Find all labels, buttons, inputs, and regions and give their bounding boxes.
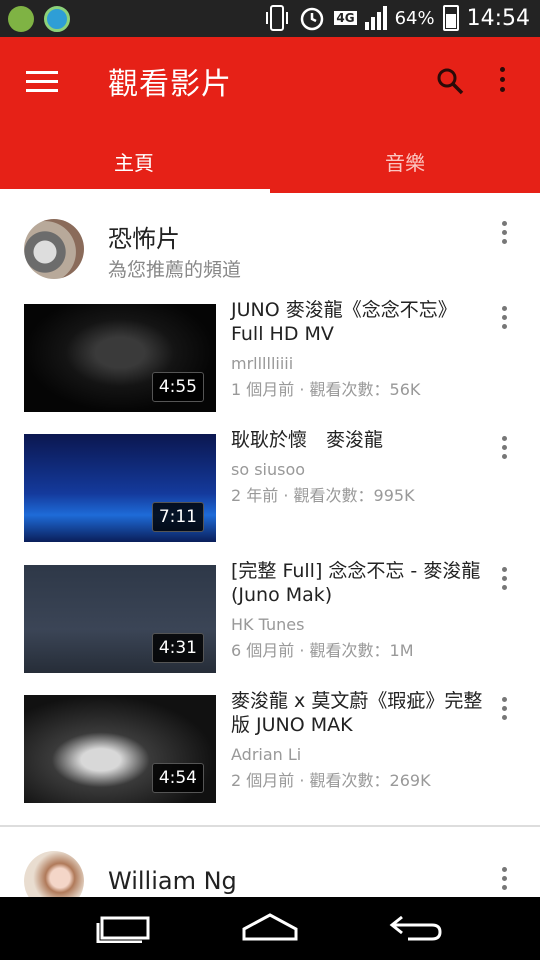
video-thumbnail[interactable]: 4:31 <box>24 565 216 673</box>
video-thumbnail[interactable]: 7:11 <box>24 434 216 542</box>
section-title: William Ng <box>108 867 237 895</box>
video-title[interactable]: JUNO 麥浚龍《念念不忘》Full HD MV <box>231 298 483 346</box>
tab-home[interactable]: 主頁 <box>114 147 154 176</box>
video-duration: 4:55 <box>151 372 204 402</box>
battery-percent: 64% <box>394 7 435 29</box>
section-more-icon[interactable] <box>494 865 514 895</box>
video-title[interactable]: 麥浚龍 x 莫文蔚《瑕疵》完整版 JUNO MAK <box>231 689 483 737</box>
search-icon[interactable] <box>436 67 464 95</box>
video-meta: 2 個月前 · 觀看次數：269K <box>231 771 431 790</box>
home-icon[interactable] <box>240 911 300 943</box>
recent-apps-icon[interactable] <box>96 915 152 943</box>
video-duration: 4:31 <box>151 633 204 663</box>
notification-email-icon <box>8 6 34 32</box>
vibrate-icon <box>266 5 289 31</box>
system-nav-bar <box>0 897 540 960</box>
video-channel[interactable]: HK Tunes <box>231 615 304 634</box>
battery-fill <box>445 13 456 28</box>
video-channel[interactable]: so siusoo <box>231 460 305 479</box>
battery-icon <box>442 5 459 31</box>
clock: 14:54 <box>466 5 530 31</box>
video-item[interactable]: 4:54 麥浚龍 x 莫文蔚《瑕疵》完整版 JUNO MAK Adrian Li… <box>0 690 540 805</box>
video-more-icon[interactable] <box>494 565 514 595</box>
tab-music[interactable]: 音樂 <box>385 147 425 176</box>
section-header[interactable]: 恐怖片 為您推薦的頻道 <box>0 193 540 283</box>
section-more-icon[interactable] <box>494 219 514 249</box>
alarm-icon <box>301 7 324 31</box>
page-title: 觀看影片 <box>108 67 232 102</box>
video-title[interactable]: [完整 Full] 念念不忘 - 麥浚龍 (Juno Mak) <box>231 559 483 607</box>
video-more-icon[interactable] <box>494 304 514 334</box>
video-thumbnail[interactable]: 4:55 <box>24 304 216 412</box>
channel-avatar[interactable] <box>24 219 84 279</box>
video-meta: 6 個月前 · 觀看次數：1M <box>231 641 414 660</box>
status-bar: 4G 64% 14:54 <box>0 0 540 37</box>
notification-app-icon <box>44 6 70 32</box>
back-icon[interactable] <box>388 911 444 943</box>
channel-avatar[interactable] <box>24 851 84 897</box>
video-item[interactable]: 7:11 耿耿於懷 麥浚龍 so siusoo 2 年前 · 觀看次數：995K <box>0 429 540 544</box>
video-item[interactable]: 4:55 JUNO 麥浚龍《念念不忘》Full HD MV mrllllliii… <box>0 299 540 414</box>
video-thumbnail[interactable]: 4:54 <box>24 695 216 803</box>
video-more-icon[interactable] <box>494 434 514 464</box>
video-meta: 1 個月前 · 觀看次數：56K <box>231 380 421 399</box>
video-meta: 2 年前 · 觀看次數：995K <box>231 486 415 505</box>
app-bar: 觀看影片 主頁 音樂 <box>0 37 540 193</box>
more-options-icon[interactable] <box>492 65 512 97</box>
section-header[interactable]: William Ng <box>0 827 540 897</box>
feed: 恐怖片 為您推薦的頻道 4:55 JUNO 麥浚龍《念念不忘》Full HD M… <box>0 193 540 897</box>
video-more-icon[interactable] <box>494 695 514 725</box>
section-title: 恐怖片 <box>108 225 180 253</box>
video-duration: 4:54 <box>151 763 204 793</box>
network-type-label: 4G <box>334 11 357 25</box>
menu-icon[interactable] <box>26 71 58 93</box>
video-title[interactable]: 耿耿於懷 麥浚龍 <box>231 428 483 452</box>
signal-icon <box>364 6 387 30</box>
section-subtitle: 為您推薦的頻道 <box>108 259 242 281</box>
video-channel[interactable]: Adrian Li <box>231 745 301 764</box>
video-item[interactable]: 4:31 [完整 Full] 念念不忘 - 麥浚龍 (Juno Mak) HK … <box>0 560 540 675</box>
video-channel[interactable]: mrllllliiii <box>231 354 293 373</box>
video-duration: 7:11 <box>151 502 204 532</box>
